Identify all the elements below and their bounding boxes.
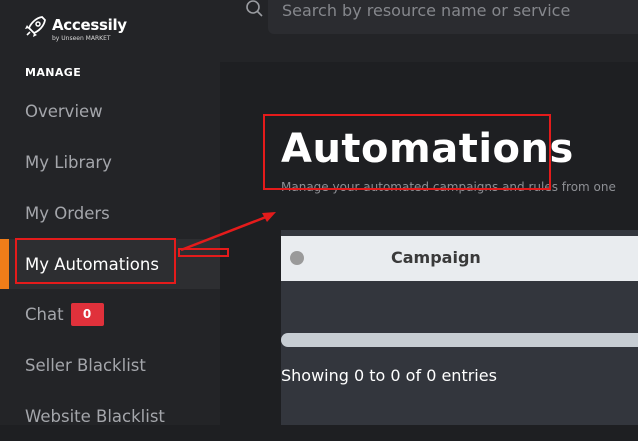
sidebar-item-chat[interactable]: Chat 0 <box>0 289 220 339</box>
sidebar-item-my-orders[interactable]: My Orders <box>0 188 220 238</box>
section-label-manage: MANAGE <box>25 66 82 79</box>
table-entries-info: Showing 0 to 0 of 0 entries <box>281 366 497 385</box>
sidebar-item-label: Overview <box>25 101 103 121</box>
sidebar: Accessily by Unseen MARKET MANAGE Overvi… <box>0 0 220 426</box>
sidebar-item-label: Website Blacklist <box>25 406 165 426</box>
annotation-box-nav <box>15 238 176 284</box>
rocket-logo-icon <box>25 16 46 37</box>
sidebar-item-seller-blacklist[interactable]: Seller Blacklist <box>0 340 220 390</box>
logo[interactable]: Accessily by Unseen MARKET <box>22 12 142 42</box>
chat-count-badge: 0 <box>70 302 104 326</box>
sidebar-item-my-library[interactable]: My Library <box>0 137 220 187</box>
app-tagline: by Unseen MARKET <box>52 35 111 42</box>
sidebar-item-label: Chat <box>25 304 64 324</box>
search-icon[interactable] <box>244 0 264 20</box>
sidebar-item-label: My Orders <box>25 203 110 223</box>
sort-dot-icon[interactable] <box>290 251 304 265</box>
sidebar-item-website-blacklist[interactable]: Website Blacklist <box>0 391 220 441</box>
sidebar-item-label: Seller Blacklist <box>25 355 146 375</box>
column-header-campaign[interactable]: Campaign <box>391 248 481 267</box>
app-name: Accessily <box>52 16 127 34</box>
search-input[interactable] <box>282 0 632 22</box>
table-scrollbar[interactable] <box>281 333 638 347</box>
sidebar-item-overview[interactable]: Overview <box>0 86 220 136</box>
annotation-box-title <box>263 114 551 190</box>
sidebar-item-label: My Library <box>25 152 112 172</box>
